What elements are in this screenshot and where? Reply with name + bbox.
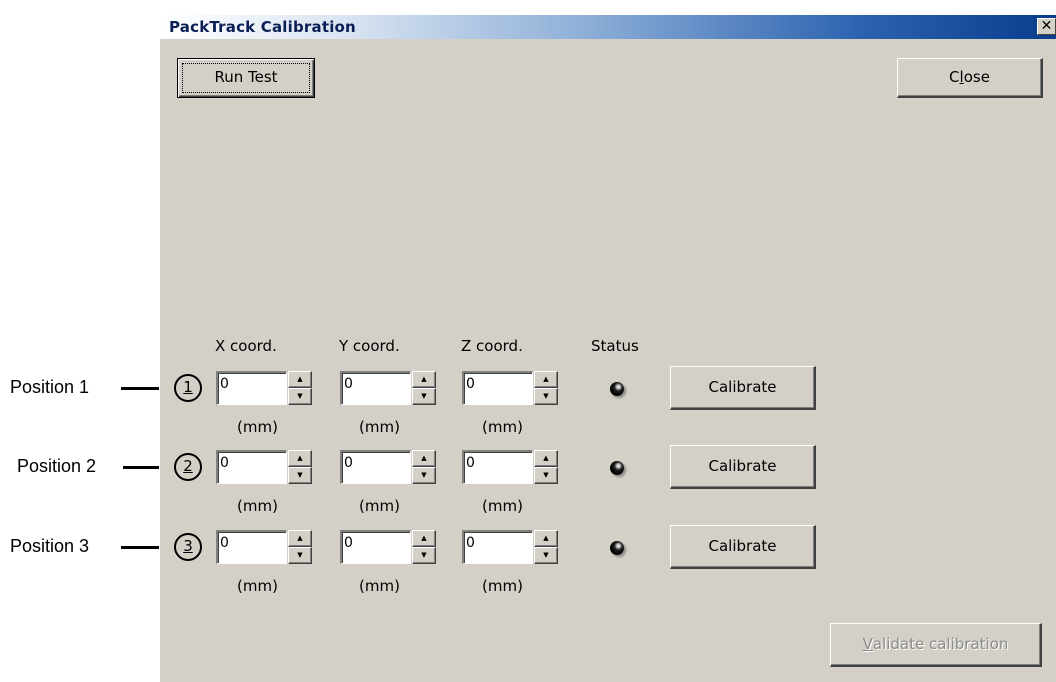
led-off-icon	[610, 461, 624, 475]
x-unit-label: (mm)	[237, 418, 278, 436]
led-off-icon	[610, 541, 624, 555]
position-2-marker: 2	[174, 453, 202, 481]
position-3-x-input[interactable]	[218, 533, 280, 551]
calibrate-label: Calibrate	[708, 457, 777, 475]
position-2-caption: Position 2	[17, 456, 97, 476]
spin-down-icon[interactable]: ▼	[288, 467, 312, 484]
spin-up-icon[interactable]: ▲	[534, 450, 558, 467]
focus-rect	[182, 63, 310, 93]
position-1-caption: Position 1	[10, 377, 90, 397]
spin-up-icon[interactable]: ▲	[534, 530, 558, 547]
position-1-marker: 1	[174, 374, 202, 402]
position-2-y-input[interactable]	[342, 453, 404, 471]
position-1-x-input[interactable]	[218, 374, 280, 392]
spin-up-icon[interactable]: ▲	[288, 450, 312, 467]
title-bar: PackTrack Calibration ✕	[160, 15, 1056, 39]
y-unit-label: (mm)	[359, 497, 400, 515]
spin-down-icon[interactable]: ▼	[534, 547, 558, 564]
x-coord-header: X coord.	[215, 337, 277, 355]
calibrate-button-1[interactable]: Calibrate	[670, 366, 816, 410]
position-3-y-field[interactable]	[340, 530, 411, 564]
spin-down-icon[interactable]: ▼	[288, 388, 312, 405]
y-unit-label: (mm)	[359, 418, 400, 436]
spin-up-icon[interactable]: ▲	[412, 530, 436, 547]
spin-up-icon[interactable]: ▲	[288, 371, 312, 388]
x-unit-label: (mm)	[237, 577, 278, 595]
position-1-z-field[interactable]	[462, 371, 533, 405]
position-3-z-input[interactable]	[464, 533, 526, 551]
z-unit-label: (mm)	[482, 497, 523, 515]
spin-down-icon[interactable]: ▼	[412, 547, 436, 564]
position-3-z-field[interactable]	[462, 530, 533, 564]
z-unit-label: (mm)	[482, 418, 523, 436]
position-2-x-field[interactable]	[216, 450, 287, 484]
spin-down-icon[interactable]: ▼	[288, 547, 312, 564]
z-coord-header: Z coord.	[461, 337, 523, 355]
spin-down-icon[interactable]: ▼	[534, 467, 558, 484]
position-1-y-input[interactable]	[342, 374, 404, 392]
close-button[interactable]: Close	[897, 58, 1043, 98]
calibrate-button-2[interactable]: Calibrate	[670, 445, 816, 489]
y-unit-label: (mm)	[359, 577, 400, 595]
close-icon[interactable]: ✕	[1037, 18, 1056, 35]
status-header: Status	[591, 337, 639, 355]
position-3-y-input[interactable]	[342, 533, 404, 551]
position-3-marker: 3	[174, 533, 202, 561]
spin-up-icon[interactable]: ▲	[412, 450, 436, 467]
spin-down-icon[interactable]: ▼	[534, 388, 558, 405]
position-1-x-field[interactable]	[216, 371, 287, 405]
position-3-x-field[interactable]	[216, 530, 287, 564]
spin-up-icon[interactable]: ▲	[288, 530, 312, 547]
position-2-z-input[interactable]	[464, 453, 526, 471]
calibrate-button-3[interactable]: Calibrate	[670, 525, 816, 569]
window-title: PackTrack Calibration	[169, 18, 356, 36]
position-3-caption: Position 3	[10, 536, 90, 556]
spin-up-icon[interactable]: ▲	[412, 371, 436, 388]
validate-calibration-button[interactable]: Validate calibration	[830, 623, 1042, 667]
validate-calibration-label: Validate calibration	[862, 635, 1009, 653]
spin-down-icon[interactable]: ▼	[412, 467, 436, 484]
x-unit-label: (mm)	[237, 497, 278, 515]
z-unit-label: (mm)	[482, 577, 523, 595]
calibrate-label: Calibrate	[708, 378, 777, 396]
position-1-y-field[interactable]	[340, 371, 411, 405]
position-2-z-field[interactable]	[462, 450, 533, 484]
position-2-x-input[interactable]	[218, 453, 280, 471]
close-label: Close	[949, 68, 990, 86]
calibration-dialog: PackTrack Calibration ✕ Run Test Close X…	[159, 14, 1056, 682]
position-1-z-input[interactable]	[464, 374, 526, 392]
led-off-icon	[610, 382, 624, 396]
spin-up-icon[interactable]: ▲	[534, 371, 558, 388]
run-test-button[interactable]: Run Test	[177, 58, 315, 98]
calibrate-label: Calibrate	[708, 537, 777, 555]
position-2-y-field[interactable]	[340, 450, 411, 484]
y-coord-header: Y coord.	[339, 337, 400, 355]
spin-down-icon[interactable]: ▼	[412, 388, 436, 405]
